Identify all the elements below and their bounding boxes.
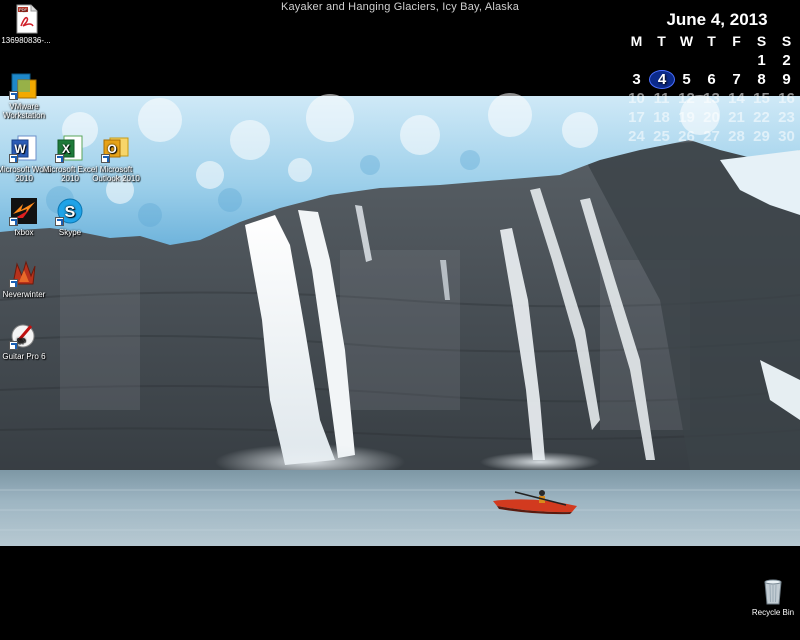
calendar-day[interactable]: 1 — [749, 51, 774, 70]
desktop-icon-label: Recycle Bin — [751, 608, 795, 617]
calendar-day[interactable]: 20 — [699, 108, 724, 127]
calendar-day[interactable]: 9 — [774, 70, 799, 89]
calendar-weekday: M — [630, 33, 643, 49]
desktop-icon-vmware[interactable]: VMware Workstation — [0, 70, 54, 120]
calendar-date-title: June 4, 2013 — [666, 10, 768, 29]
calendar-day[interactable]: 19 — [674, 108, 699, 127]
svg-text:gp: gp — [17, 337, 26, 344]
calendar-day[interactable]: 15 — [749, 89, 774, 108]
calendar-weekday: W — [679, 33, 694, 49]
calendar-day[interactable]: 30 — [774, 127, 799, 146]
fxbox-icon — [9, 196, 39, 226]
svg-text:S: S — [65, 204, 76, 221]
calendar-day[interactable]: 8 — [749, 70, 774, 89]
desktop-icon-label: Neverwinter — [2, 290, 46, 299]
desktop-icon-guitarpro[interactable]: gp Guitar Pro 6 — [0, 320, 54, 361]
calendar-day[interactable]: 10 — [624, 89, 649, 108]
calendar-day[interactable]: 25 — [649, 127, 674, 146]
calendar-day[interactable]: 21 — [724, 108, 749, 127]
calendar-day[interactable]: 11 — [649, 89, 674, 108]
shortcut-arrow-icon — [55, 217, 64, 226]
desktop-icon-label: Guitar Pro 6 — [2, 352, 46, 361]
calendar-day[interactable]: 13 — [699, 89, 724, 108]
calendar-weekday: S — [756, 33, 767, 49]
calendar-week-row: 12 — [624, 51, 800, 70]
calendar-day[interactable]: 3 — [624, 70, 649, 89]
calendar-gadget[interactable]: June 4, 2013 M T W T F S S 1 2 3 4 5 6 7 8 9 10 11… — [624, 8, 800, 146]
calendar-weekday: F — [732, 33, 741, 49]
calendar-day[interactable]: 23 — [774, 108, 799, 127]
calendar-day — [724, 51, 749, 70]
skype-icon: S — [55, 196, 85, 226]
shortcut-arrow-icon — [101, 154, 110, 163]
calendar-day — [674, 51, 699, 70]
calendar-day[interactable]: 28 — [724, 127, 749, 146]
calendar-day[interactable]: 27 — [699, 127, 724, 146]
calendar-day[interactable]: 17 — [624, 108, 649, 127]
calendar-day — [649, 51, 674, 70]
calendar-day[interactable]: 2 — [774, 51, 799, 70]
desktop-icon-skype[interactable]: S Skype — [40, 196, 100, 237]
recycle-bin-icon — [758, 576, 788, 606]
calendar-day-today[interactable]: 4 — [649, 70, 675, 89]
desktop-icon-neverwinter[interactable]: Neverwinter — [0, 258, 54, 299]
calendar-weekday: T — [707, 33, 716, 49]
desktop-icon-label: VMware Workstation — [2, 102, 46, 120]
svg-text:PDF: PDF — [19, 7, 28, 12]
desktop-icon-label: Skype — [58, 228, 82, 237]
calendar-weekday: T — [657, 33, 666, 49]
calendar-grid: 1 2 3 4 5 6 7 8 9 10 11 12 13 14 15 16 17 18 19 20 21 22 23 24 2… — [624, 51, 800, 146]
desktop-icon-pdf[interactable]: PDF 136980836-... — [0, 4, 56, 45]
guitar-pro-icon: gp — [9, 320, 39, 350]
calendar-day[interactable]: 5 — [674, 70, 699, 89]
calendar-day — [699, 51, 724, 70]
calendar-day[interactable]: 24 — [624, 127, 649, 146]
calendar-day[interactable]: 6 — [699, 70, 724, 89]
calendar-day[interactable]: 18 — [649, 108, 674, 127]
shortcut-arrow-icon — [9, 279, 18, 288]
vmware-icon — [9, 70, 39, 100]
calendar-day[interactable]: 7 — [724, 70, 749, 89]
calendar-weekday: S — [781, 33, 792, 49]
shortcut-arrow-icon — [9, 217, 18, 226]
calendar-day[interactable]: 16 — [774, 89, 799, 108]
calendar-weekday-header: M T W T F S S — [624, 32, 800, 51]
shortcut-arrow-icon — [9, 341, 18, 350]
calendar-week-row: 3456789 — [624, 70, 800, 89]
neverwinter-icon — [9, 258, 39, 288]
outlook-icon: O — [101, 133, 131, 163]
word-icon: W — [9, 133, 39, 163]
calendar-day[interactable]: 14 — [724, 89, 749, 108]
calendar-week-row: 10 11 12 13 14 15 16 — [624, 89, 800, 108]
shortcut-arrow-icon — [9, 91, 18, 100]
calendar-week-row: 24 25 26 27 28 29 30 — [624, 127, 800, 146]
pdf-icon: PDF — [11, 4, 41, 34]
calendar-day[interactable]: 29 — [749, 127, 774, 146]
calendar-day[interactable]: 12 — [674, 89, 699, 108]
shortcut-arrow-icon — [9, 154, 18, 163]
desktop-icon-label: 136980836-... — [1, 36, 51, 45]
calendar-day[interactable]: 26 — [674, 127, 699, 146]
desktop-icon-outlook[interactable]: O Microsoft Outlook 2010 — [86, 133, 146, 183]
shortcut-arrow-icon — [55, 154, 64, 163]
calendar-day — [624, 51, 649, 70]
calendar-week-row: 17 18 19 20 21 22 23 — [624, 108, 800, 127]
calendar-day[interactable]: 22 — [749, 108, 774, 127]
excel-icon: X — [55, 133, 85, 163]
desktop-icon-label: Microsoft Outlook 2010 — [92, 165, 140, 183]
desktop-icon-recycle-bin[interactable]: Recycle Bin — [743, 576, 800, 617]
